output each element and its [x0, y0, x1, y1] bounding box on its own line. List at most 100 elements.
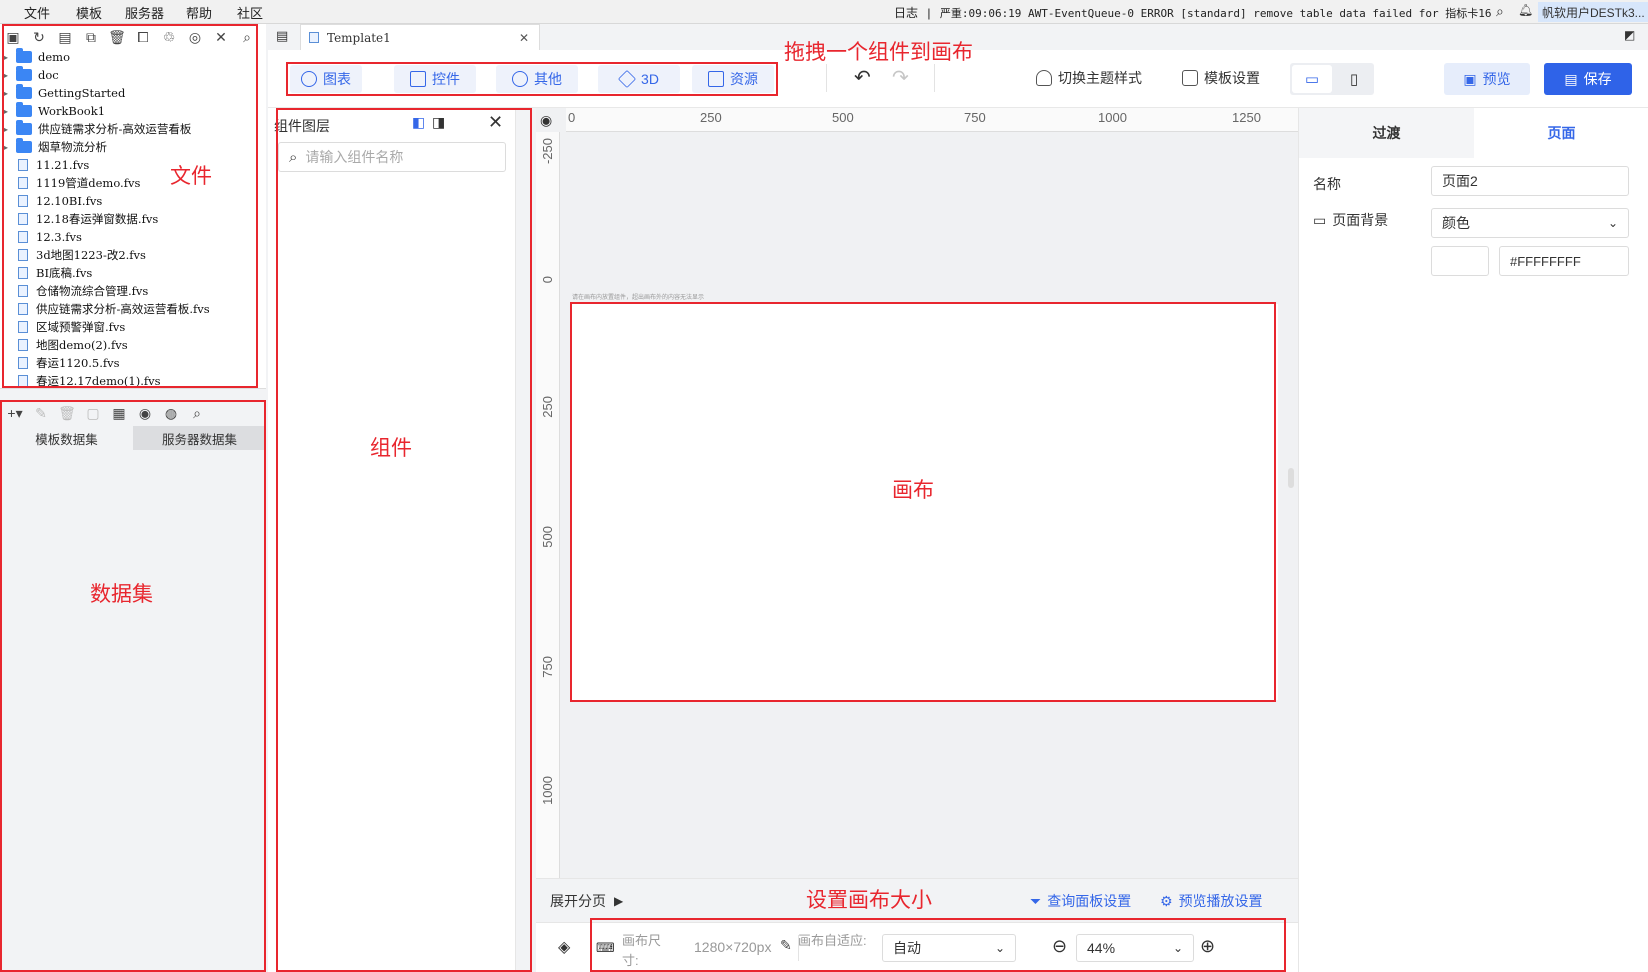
tree-file[interactable]: 12.18春运弹窗数据.fvs: [4, 210, 252, 228]
collapse-icon[interactable]: ✕: [212, 28, 230, 46]
expand-arrow-icon[interactable]: ▸: [4, 71, 16, 80]
monitor-icon: ▭: [1313, 211, 1327, 228]
other-button[interactable]: 其他: [496, 65, 578, 93]
tree-folder[interactable]: ▸ GettingStarted: [4, 84, 252, 102]
panel-splitter[interactable]: [0, 388, 266, 400]
tree-file[interactable]: 3d地图1223-改2.fvs: [4, 246, 252, 264]
tree-file[interactable]: 11.21.fvs: [4, 156, 252, 174]
menu-server[interactable]: 服务器: [125, 3, 164, 22]
layout-right-icon[interactable]: ◨: [432, 114, 445, 131]
color-hex-input[interactable]: #FFFFFFFF: [1499, 246, 1629, 276]
expand-arrow-icon[interactable]: ▸: [4, 53, 16, 62]
recycle-icon[interactable]: ♲: [160, 28, 178, 46]
tab-server-dataset[interactable]: 服务器数据集: [133, 426, 266, 450]
tree-file[interactable]: 仓储物流综合管理.fvs: [4, 282, 252, 300]
save-label: 保存: [1583, 71, 1612, 87]
switch-theme-button[interactable]: 切换主题样式: [1036, 68, 1142, 88]
preview-button[interactable]: ▣ 预览: [1444, 63, 1530, 95]
close-icon[interactable]: ✕: [519, 31, 529, 45]
bell-icon[interactable]: 🔔︎: [1518, 3, 1533, 17]
tree-folder[interactable]: ▸ doc: [4, 66, 252, 84]
control-button[interactable]: 控件: [394, 65, 476, 93]
tree-file[interactable]: 供应链需求分析-高效运营看板.fvs: [4, 300, 252, 318]
background-type-select[interactable]: 颜色 ⌄: [1431, 208, 1629, 238]
zoom-select[interactable]: 44% ⌄: [1076, 934, 1194, 962]
query-settings-link[interactable]: ⏷ 查询面板设置: [1030, 891, 1131, 911]
edit-icon[interactable]: ✎: [32, 404, 50, 422]
expand-arrow-icon[interactable]: ▸: [4, 143, 16, 152]
add-dataset-icon[interactable]: +▾: [6, 404, 24, 422]
tree-file[interactable]: 12.3.fvs: [4, 228, 252, 246]
undo-icon[interactable]: ↶: [854, 65, 871, 90]
delete-icon[interactable]: 🗑︎: [58, 404, 76, 422]
template-settings-button[interactable]: 模板设置: [1182, 68, 1260, 88]
3d-button[interactable]: 3D: [598, 65, 680, 93]
tab-menu-icon[interactable]: ▤: [276, 28, 288, 44]
expand-arrow-icon[interactable]: ▸: [4, 107, 16, 116]
menu-community[interactable]: 社区: [237, 3, 263, 22]
scroll-handle[interactable]: [1288, 468, 1294, 488]
tree-folder[interactable]: ▸ demo: [4, 48, 252, 66]
color-swatch[interactable]: [1431, 246, 1489, 276]
delete-icon[interactable]: 🗑︎: [108, 28, 126, 46]
tree-folder[interactable]: ▸ 供应链需求分析-高效运营看板: [4, 120, 252, 138]
tree-item-label: 仓储物流综合管理.fvs: [36, 284, 149, 298]
layer-search-input[interactable]: ⌕ 请输入组件名称: [278, 142, 506, 172]
open-icon[interactable]: ▤: [56, 28, 74, 46]
preview-data-icon[interactable]: ▢: [84, 404, 102, 422]
chart-button[interactable]: 图表: [290, 65, 362, 93]
zoom-in-icon[interactable]: ⊕: [1200, 936, 1215, 957]
annotation-files: 文件: [170, 164, 212, 188]
chevron-down-icon: ⌄: [1607, 216, 1618, 230]
mobile-icon[interactable]: ▯: [1336, 65, 1372, 93]
refresh-icon[interactable]: ↻: [30, 28, 48, 46]
new-template-icon[interactable]: ▣: [4, 28, 22, 46]
locate-icon[interactable]: ◎: [186, 28, 204, 46]
search-icon[interactable]: ⌕: [238, 28, 256, 46]
copy-icon[interactable]: ⧠: [134, 28, 152, 46]
menu-help[interactable]: 帮助: [186, 3, 212, 22]
database-settings-icon[interactable]: ◍: [162, 404, 180, 422]
database-icon[interactable]: ◉: [136, 404, 154, 422]
tree-item-label: 春运12.17demo(1).fvs: [36, 374, 161, 388]
edit-size-icon[interactable]: ✎: [780, 937, 792, 954]
tree-folder[interactable]: ▸ 烟草物流分析: [4, 138, 252, 156]
log-area[interactable]: 日志 | 严重:09:06:19 AWT-EventQueue-0 ERROR …: [894, 4, 1492, 21]
menu-file[interactable]: 文件: [24, 3, 50, 22]
tab-template1[interactable]: Template1 ✕: [300, 24, 540, 50]
layout-icon[interactable]: ◩: [1624, 28, 1635, 42]
canvas-size-bar: ◈ ⌨ 画布尺寸: 1280×720px ✎ 画布自适应: 自动 ⌄ ⊖ 44% ⌄…: [536, 922, 1298, 972]
tab-transition[interactable]: 过渡: [1299, 108, 1474, 158]
tree-file[interactable]: 区域预警弹窗.fvs: [4, 318, 252, 336]
save-button[interactable]: ▤ 保存: [1544, 63, 1632, 95]
tree-folder[interactable]: ▸ WorkBook1: [4, 102, 252, 120]
tree-file[interactable]: 春运1120.5.fvs: [4, 354, 252, 372]
menu-template[interactable]: 模板: [76, 3, 102, 22]
redo-icon[interactable]: ↷: [892, 65, 909, 90]
expand-arrow-icon[interactable]: ▸: [4, 125, 16, 134]
search-icon[interactable]: ⌕: [1496, 3, 1504, 20]
resource-button[interactable]: 资源: [692, 65, 774, 93]
search-icon[interactable]: ⌕: [188, 404, 206, 422]
tree-file[interactable]: 1119管道demo.fvs: [4, 174, 252, 192]
page-name-input[interactable]: 页面2: [1431, 166, 1629, 196]
desktop-icon[interactable]: ▭: [1292, 65, 1332, 93]
expand-pages-button[interactable]: 展开分页 ▶: [550, 891, 623, 911]
expand-arrow-icon[interactable]: ▸: [4, 89, 16, 98]
user-account[interactable]: 帆软用户DESTk3...: [1538, 2, 1648, 22]
tree-file[interactable]: 12.10BI.fvs: [4, 192, 252, 210]
layout-left-icon[interactable]: ◧: [412, 114, 425, 131]
eye-icon[interactable]: ◉: [540, 112, 552, 129]
file-icon: [18, 195, 28, 207]
playback-settings-link[interactable]: ⚙ 预览播放设置: [1160, 891, 1263, 911]
sync-icon[interactable]: ⧉: [82, 28, 100, 46]
tree-file[interactable]: BI底稿.fvs: [4, 264, 252, 282]
close-icon[interactable]: ✕: [488, 112, 503, 133]
tree-file[interactable]: 地图demo(2).fvs: [4, 336, 252, 354]
zoom-out-icon[interactable]: ⊖: [1052, 936, 1067, 957]
layers-icon[interactable]: ◈: [558, 937, 570, 957]
tab-template-dataset[interactable]: 模板数据集: [0, 426, 133, 450]
canvas-fit-select[interactable]: 自动 ⌄: [882, 934, 1016, 962]
tab-page[interactable]: 页面: [1474, 108, 1648, 158]
sql-icon[interactable]: ▦: [110, 404, 128, 422]
